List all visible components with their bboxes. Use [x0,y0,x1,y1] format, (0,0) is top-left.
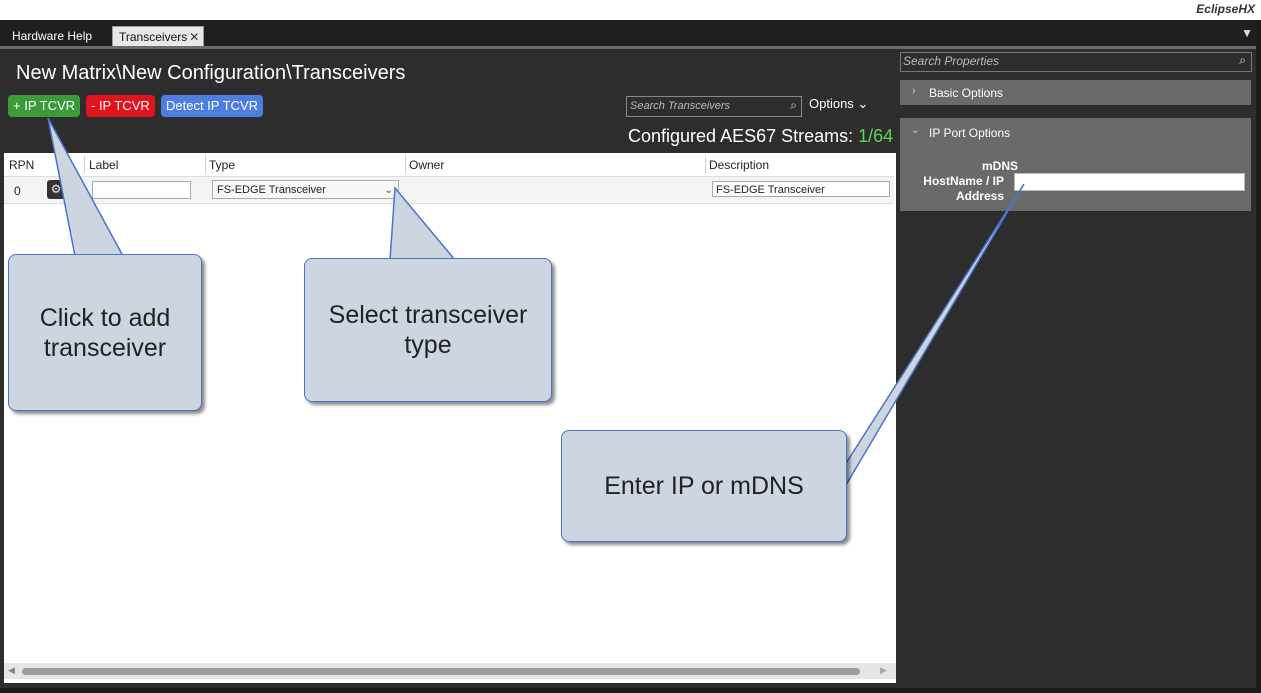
callout-pointer-ip [842,183,1025,493]
callout-pointer-add [47,117,125,257]
callout-select-type: Select transceiver type [304,258,552,402]
callout-add-transceiver: Click to add transceiver [8,254,202,411]
callout-enter-ip: Enter IP or mDNS [561,430,847,542]
callout-pointer-type [389,186,457,261]
